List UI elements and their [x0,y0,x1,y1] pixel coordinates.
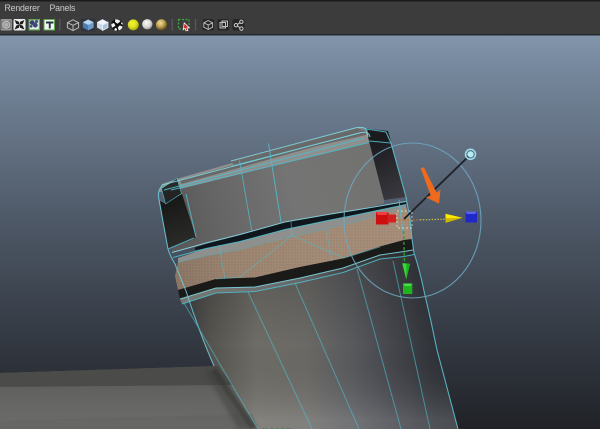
svg-text:Panels: Panels [50,3,76,13]
svg-text:Renderer: Renderer [5,3,40,13]
svg-text:persp: persp [262,426,292,429]
